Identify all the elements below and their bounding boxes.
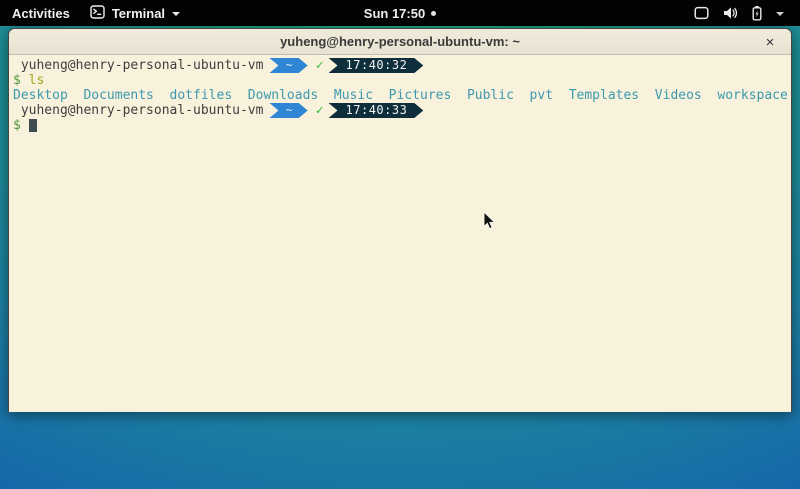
prompt-status-check-icon: ✓ xyxy=(316,58,324,73)
directory-list: Desktop Documents dotfiles Downloads Mus… xyxy=(13,88,788,103)
typed-command: ls xyxy=(29,73,45,88)
app-menu-terminal[interactable]: Terminal xyxy=(82,0,188,26)
terminal-icon xyxy=(90,5,105,22)
prompt-time-segment: 17:40:32 xyxy=(329,58,424,73)
display-icon xyxy=(694,6,709,20)
battery-charging-icon xyxy=(751,5,763,21)
ls-output-line: Desktop Documents dotfiles Downloads Mus… xyxy=(13,88,789,103)
app-menu-label: Terminal xyxy=(112,6,165,21)
clock-label: Sun 17:50 xyxy=(364,6,425,21)
close-button[interactable]: × xyxy=(759,29,781,55)
window-title: yuheng@henry-personal-ubuntu-vm: ~ xyxy=(280,34,520,49)
input-line: $ xyxy=(13,118,789,133)
terminal-block-cursor xyxy=(29,119,37,132)
chevron-down-icon xyxy=(776,12,784,16)
activities-button[interactable]: Activities xyxy=(0,0,82,26)
prompt-line: yuheng@henry-personal-ubuntu-vm ~ ✓ 17:4… xyxy=(13,58,789,73)
prompt-symbol: $ xyxy=(13,73,21,88)
prompt-cwd-segment: ~ xyxy=(269,103,307,118)
prompt-symbol: $ xyxy=(13,118,21,133)
system-status-area[interactable] xyxy=(684,0,800,26)
prompt-cwd-segment: ~ xyxy=(269,58,307,73)
top-bar: Activities Terminal Sun 17:50 xyxy=(0,0,800,26)
volume-icon xyxy=(722,6,738,20)
activities-label: Activities xyxy=(12,6,70,21)
command-line: $ ls xyxy=(13,73,789,88)
window-titlebar[interactable]: yuheng@henry-personal-ubuntu-vm: ~ × xyxy=(9,29,791,55)
notification-dot-icon xyxy=(431,11,436,16)
chevron-down-icon xyxy=(172,12,180,16)
prompt-user-host: yuheng@henry-personal-ubuntu-vm xyxy=(13,103,263,118)
prompt-status-check-icon: ✓ xyxy=(316,103,324,118)
terminal-window: yuheng@henry-personal-ubuntu-vm: ~ × yuh… xyxy=(8,28,792,412)
terminal-content[interactable]: yuheng@henry-personal-ubuntu-vm ~ ✓ 17:4… xyxy=(9,55,791,412)
prompt-user-host: yuheng@henry-personal-ubuntu-vm xyxy=(13,58,263,73)
prompt-time-segment: 17:40:33 xyxy=(329,103,424,118)
prompt-line: yuheng@henry-personal-ubuntu-vm ~ ✓ 17:4… xyxy=(13,103,789,118)
